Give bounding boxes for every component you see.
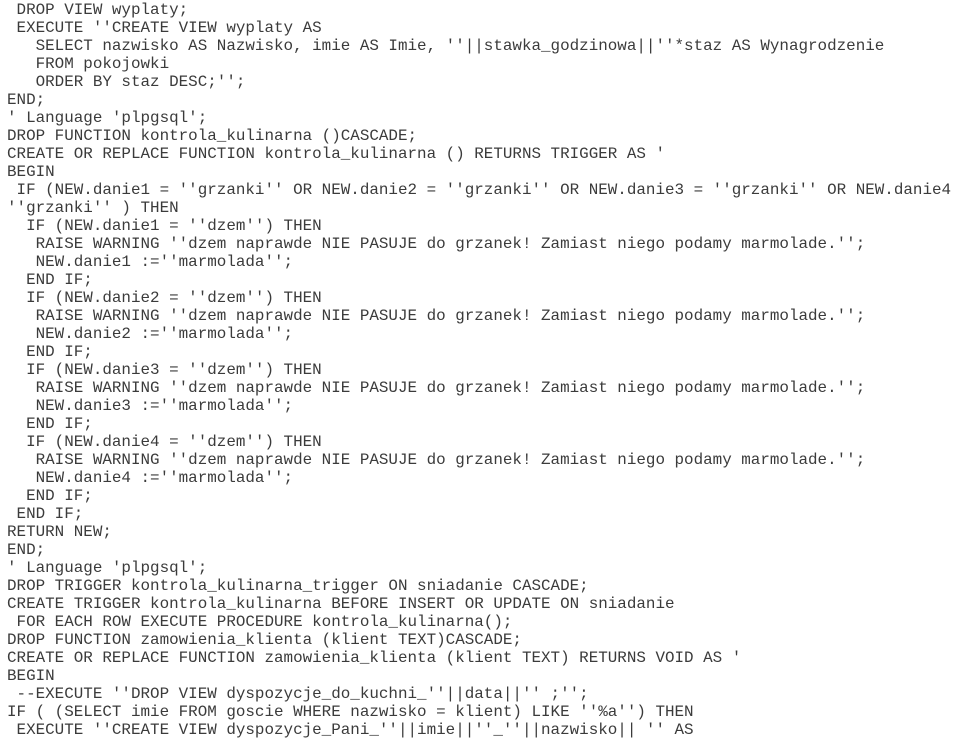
- code-line: IF (NEW.danie4 = ''dzem'') THEN: [7, 433, 322, 451]
- code-line: IF (NEW.danie2 = ''dzem'') THEN: [7, 289, 322, 307]
- code-line: DROP VIEW wyplaty;: [7, 1, 189, 19]
- code-line: NEW.danie2 :=''marmolada'';: [7, 325, 294, 343]
- code-line: EXECUTE ''CREATE VIEW dyspozycje_Pani_''…: [7, 721, 694, 739]
- code-line: EXECUTE ''CREATE VIEW wyplaty AS: [7, 19, 322, 37]
- code-line: ORDER BY staz DESC;'';: [7, 73, 246, 91]
- code-line: --EXECUTE ''DROP VIEW dyspozycje_do_kuch…: [7, 685, 589, 703]
- code-line: END IF;: [7, 271, 93, 289]
- code-line: RAISE WARNING ''dzem naprawde NIE PASUJE…: [7, 235, 866, 253]
- code-line: FOR EACH ROW EXECUTE PROCEDURE kontrola_…: [7, 613, 513, 631]
- code-line: END IF;: [7, 505, 84, 523]
- code-line: END;: [7, 91, 46, 109]
- code-line: ''grzanki'' ) THEN: [7, 199, 179, 217]
- code-line: RAISE WARNING ''dzem naprawde NIE PASUJE…: [7, 379, 866, 397]
- code-line: DROP FUNCTION zamowienia_klienta (klient…: [7, 631, 522, 649]
- code-line: NEW.danie3 :=''marmolada'';: [7, 397, 294, 415]
- code-line: CREATE TRIGGER kontrola_kulinarna BEFORE…: [7, 595, 675, 613]
- code-line: NEW.danie1 :=''marmolada'';: [7, 253, 294, 271]
- code-line: END IF;: [7, 487, 93, 505]
- code-line: END IF;: [7, 343, 93, 361]
- code-line: END IF;: [7, 415, 93, 433]
- code-line: FROM pokojowki: [7, 55, 170, 73]
- code-line: BEGIN: [7, 667, 55, 685]
- code-line: DROP TRIGGER kontrola_kulinarna_trigger …: [7, 577, 589, 595]
- code-listing: DROP VIEW wyplaty; EXECUTE ''CREATE VIEW…: [0, 0, 960, 739]
- code-line: RETURN NEW;: [7, 523, 112, 541]
- code-line: IF (NEW.danie3 = ''dzem'') THEN: [7, 361, 322, 379]
- code-line: RAISE WARNING ''dzem naprawde NIE PASUJE…: [7, 307, 866, 325]
- code-line: SELECT nazwisko AS Nazwisko, imie AS Imi…: [7, 37, 885, 55]
- code-line: IF (NEW.danie1 = ''grzanki'' OR NEW.dani…: [7, 181, 960, 199]
- code-line: IF ( (SELECT imie FROM goscie WHERE nazw…: [7, 703, 694, 721]
- code-line: DROP FUNCTION kontrola_kulinarna ()CASCA…: [7, 127, 418, 145]
- code-line: ' Language 'plpgsql';: [7, 109, 208, 127]
- code-line: IF (NEW.danie1 = ''dzem'') THEN: [7, 217, 322, 235]
- code-line: CREATE OR REPLACE FUNCTION zamowienia_kl…: [7, 649, 742, 667]
- code-line: RAISE WARNING ''dzem naprawde NIE PASUJE…: [7, 451, 866, 469]
- code-line: END;: [7, 541, 46, 559]
- code-line: BEGIN: [7, 163, 55, 181]
- code-line: CREATE OR REPLACE FUNCTION kontrola_kuli…: [7, 145, 665, 163]
- code-line: ' Language 'plpgsql';: [7, 559, 208, 577]
- code-line: NEW.danie4 :=''marmolada'';: [7, 469, 294, 487]
